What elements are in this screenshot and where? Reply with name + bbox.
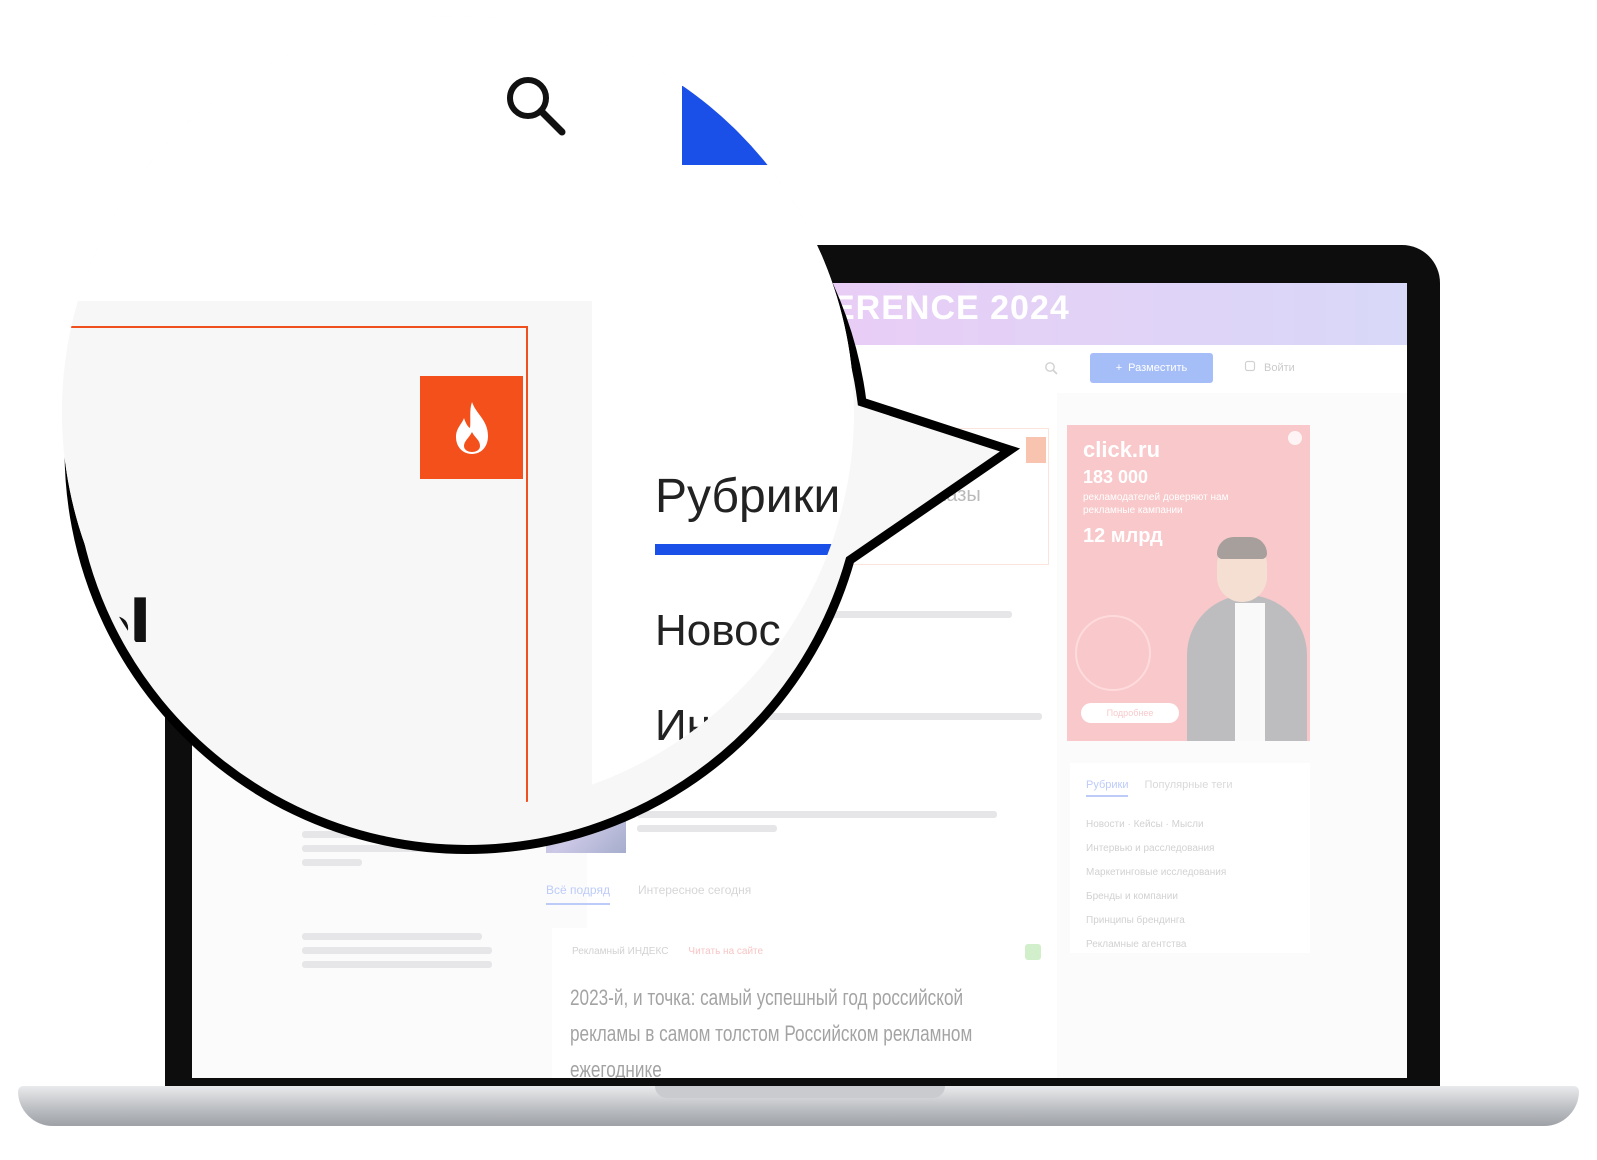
- magnified-rubric-interview[interactable]: Ин: [655, 704, 711, 748]
- magnifier-bubble: ы Рубрики Новос Ин: [62, 16, 854, 808]
- magnifier-content: ы Рубрики Новос Ин: [62, 16, 854, 808]
- magnified-rubrics-heading[interactable]: Рубрики: [655, 473, 840, 521]
- magnified-active-tab-underline: [655, 544, 854, 555]
- fire-icon: [420, 376, 523, 479]
- search-icon[interactable]: [502, 72, 568, 143]
- magnified-publish-button[interactable]: [682, 86, 854, 165]
- magnified-title-fragment: ы: [80, 566, 152, 660]
- magnified-rubric-news[interactable]: Новос: [655, 609, 781, 653]
